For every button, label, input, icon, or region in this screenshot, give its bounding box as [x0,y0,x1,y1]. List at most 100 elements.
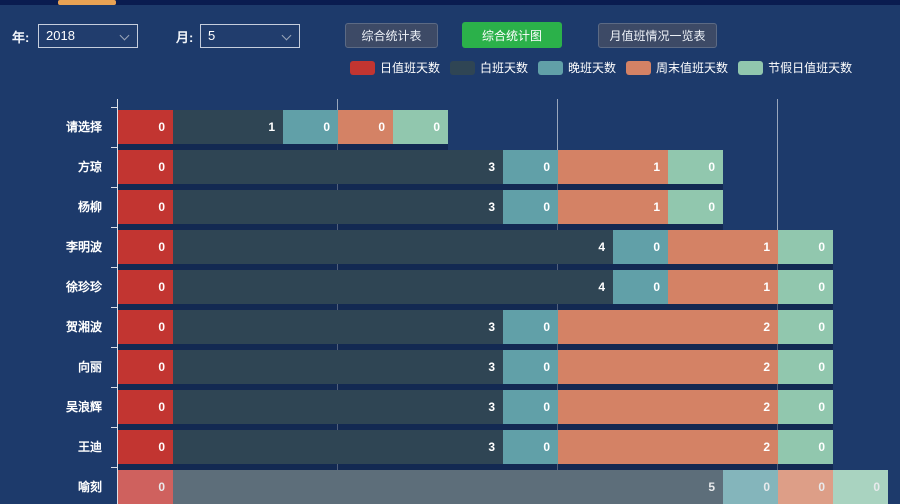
year-label: 年: [12,27,29,46]
bar-segment-s2[interactable]: 0 [503,310,558,344]
bar-segment-s2[interactable]: 0 [613,270,668,304]
legend-label: 节假日值班天数 [768,59,852,76]
legend-swatch-icon [350,61,375,75]
legend-label: 白班天数 [480,59,528,76]
bar-segment-s1[interactable]: 3 [173,310,503,344]
bar-segment-s0[interactable]: 0 [118,110,173,144]
legend-swatch-icon [626,61,651,75]
bar-segment-s1[interactable]: 1 [173,110,283,144]
bar-segment-s4[interactable]: 0 [833,470,888,504]
year-select[interactable]: 2018 [38,24,138,48]
bar-segment-s4[interactable]: 0 [778,350,833,384]
bar-segment-s2[interactable]: 0 [283,110,338,144]
y-axis-label: 王迪 [0,430,110,464]
bar-segment-s2[interactable]: 0 [503,190,558,224]
y-axis-tick [111,267,117,268]
bar-segment-s0[interactable]: 0 [118,270,173,304]
bar-segment-s3[interactable]: 2 [558,390,778,424]
legend-item-s2[interactable]: 晚班天数 [538,59,616,76]
bar-row-4: 04010 [118,270,833,304]
bar-segment-s2[interactable]: 0 [503,150,558,184]
bar-row-2: 03010 [118,190,723,224]
y-axis-tick [111,187,117,188]
bar-row-8: 03020 [118,430,833,464]
bar-segment-s0[interactable]: 0 [118,150,173,184]
bar-segment-s3[interactable]: 0 [778,470,833,504]
bar-segment-s4[interactable]: 0 [778,430,833,464]
bar-segment-s3[interactable]: 1 [668,230,778,264]
bar-segment-s2[interactable]: 0 [613,230,668,264]
legend-item-s3[interactable]: 周末值班天数 [626,59,728,76]
y-axis-label: 向丽 [0,350,110,384]
y-axis-label: 李明波 [0,230,110,264]
y-axis-tick [111,227,117,228]
chart-legend: 日值班天数 白班天数晚班天数 周末值班天数 节假日值班天数 [350,59,862,76]
y-axis-label: 吴浪辉 [0,390,110,424]
bar-segment-s0[interactable]: 0 [118,390,173,424]
bar-row-0: 01000 [118,110,448,144]
bar-row-9: 05000 [118,470,888,504]
toolbar: 年: 2018 月: 5 综合统计表 综合统计图 月值班情况一览表 [0,5,900,55]
bar-segment-s4[interactable]: 0 [778,230,833,264]
bar-segment-s3[interactable]: 1 [558,150,668,184]
stats-table-button[interactable]: 综合统计表 [345,23,438,48]
y-axis-tick [111,387,117,388]
y-axis-tick [111,107,117,108]
y-axis-tick [111,467,117,468]
stats-chart-button[interactable]: 综合统计图 [462,22,562,48]
legend-label: 周末值班天数 [656,59,728,76]
chevron-down-icon [120,31,130,41]
bar-segment-s2[interactable]: 0 [503,430,558,464]
bar-row-5: 03020 [118,310,833,344]
bar-segment-s3[interactable]: 1 [558,190,668,224]
duty-statistics-page: { "top_strip": { "strip_color": "#0a1c50… [0,0,900,504]
bar-segment-s4[interactable]: 0 [668,150,723,184]
bar-segment-s0[interactable]: 0 [118,470,173,504]
bar-segment-s1[interactable]: 3 [173,350,503,384]
bar-segment-s1[interactable]: 3 [173,430,503,464]
bar-segment-s3[interactable]: 2 [558,430,778,464]
bar-segment-s0[interactable]: 0 [118,430,173,464]
bar-segment-s3[interactable]: 2 [558,350,778,384]
y-axis-label: 请选择 [0,110,110,144]
bar-segment-s4[interactable]: 0 [778,310,833,344]
bar-segment-s3[interactable]: 0 [338,110,393,144]
bar-segment-s3[interactable]: 1 [668,270,778,304]
bar-row-1: 03010 [118,150,723,184]
bar-segment-s4[interactable]: 0 [393,110,448,144]
bar-segment-s1[interactable]: 5 [173,470,723,504]
bar-segment-s2[interactable]: 0 [503,390,558,424]
bar-segment-s1[interactable]: 4 [173,230,613,264]
bar-segment-s0[interactable]: 0 [118,350,173,384]
bar-row-3: 04010 [118,230,833,264]
y-axis-tick [111,307,117,308]
legend-item-s0[interactable]: 日值班天数 [350,59,440,76]
duty-stacked-bar-chart: 日值班天数白班天数晚班天数周末值班天数节假日值班天数 请选择01000方琼030… [0,55,900,504]
legend-item-s4[interactable]: 节假日值班天数 [738,59,852,76]
bar-segment-s1[interactable]: 3 [173,190,503,224]
y-axis-label: 贺湘波 [0,310,110,344]
bar-segment-s1[interactable]: 3 [173,150,503,184]
monthly-duty-list-button[interactable]: 月值班情况一览表 [598,23,717,48]
bar-segment-s4[interactable]: 0 [668,190,723,224]
month-select[interactable]: 5 [200,24,300,48]
bar-segment-s2[interactable]: 0 [723,470,778,504]
y-axis-tick [111,147,117,148]
bar-segment-s3[interactable]: 2 [558,310,778,344]
bar-segment-s4[interactable]: 0 [778,390,833,424]
y-axis-tick [111,347,117,348]
bar-segment-s0[interactable]: 0 [118,310,173,344]
y-axis-label: 徐珍珍 [0,270,110,304]
bar-segment-s1[interactable]: 3 [173,390,503,424]
y-axis-label: 杨柳 [0,190,110,224]
bar-segment-s1[interactable]: 4 [173,270,613,304]
legend-swatch-icon [538,61,563,75]
bar-row-6: 03020 [118,350,833,384]
legend-swatch-icon [450,61,475,75]
bar-segment-s4[interactable]: 0 [778,270,833,304]
bar-segment-s0[interactable]: 0 [118,190,173,224]
bar-segment-s0[interactable]: 0 [118,230,173,264]
bar-segment-s2[interactable]: 0 [503,350,558,384]
legend-item-s1[interactable]: 白班天数 [450,59,528,76]
bar-row-7: 03020 [118,390,833,424]
